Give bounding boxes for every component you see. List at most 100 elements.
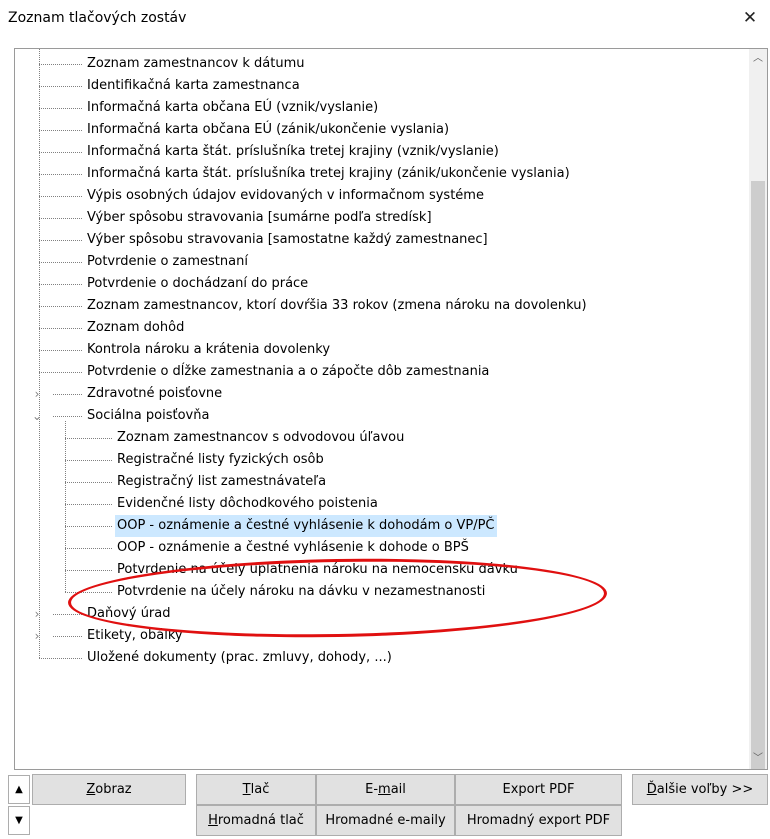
tree-node-label: Evidenčné listy dôchodkového poistenia bbox=[117, 496, 378, 511]
tree-connector bbox=[65, 526, 112, 527]
zobraz-button[interactable]: Zobraz bbox=[32, 774, 186, 805]
tree-connector bbox=[39, 130, 82, 131]
hromadne-emaily-button[interactable]: Hromadné e-maily bbox=[316, 805, 455, 836]
move-up-button[interactable]: ▲ bbox=[8, 775, 30, 804]
export-pdf-button[interactable]: Export PDF bbox=[455, 774, 622, 805]
tree-node[interactable]: Potvrdenie na účely uplatnenia nároku na… bbox=[15, 559, 745, 581]
tree-node[interactable]: Evidenčné listy dôchodkového poistenia bbox=[15, 493, 745, 515]
tree-node[interactable]: Zoznam zamestnancov, ktorí dovŕšia 33 ro… bbox=[15, 295, 745, 317]
tree-connector bbox=[65, 460, 112, 461]
tree-connector bbox=[65, 438, 112, 439]
tree-node[interactable]: › Etikety, obálky bbox=[15, 625, 745, 647]
close-icon[interactable]: ✕ bbox=[738, 6, 762, 30]
tree-node-label: Informačná karta štát. príslušníka trete… bbox=[87, 144, 499, 159]
hromadny-export-pdf-button[interactable]: Hromadný export PDF bbox=[455, 805, 622, 836]
tree-node-label: Zdravotné poisťovne bbox=[87, 386, 223, 401]
tree-node[interactable]: Kontrola nároku a krátenia dovolenky bbox=[15, 339, 745, 361]
chevron-right-icon[interactable]: › bbox=[31, 383, 43, 405]
tree-node-label: Daňový úrad bbox=[87, 606, 171, 621]
chevron-right-icon[interactable]: › bbox=[31, 625, 43, 647]
tree-connector bbox=[39, 218, 82, 219]
tree-node-label: Informačná karta občana EÚ (vznik/vyslan… bbox=[87, 100, 379, 115]
tree-node[interactable]: Výber spôsobu stravovania [samostatne ka… bbox=[15, 229, 745, 251]
tree-connector bbox=[39, 108, 82, 109]
hromadna-tlac-button[interactable]: Hromadná tlač bbox=[196, 805, 316, 836]
tree-node-label: Registračný list zamestnávateľa bbox=[117, 474, 327, 489]
tree-node[interactable]: Informačná karta občana EÚ (vznik/vyslan… bbox=[15, 97, 745, 119]
tree-node-label: Výber spôsobu stravovania [sumárne podľa… bbox=[87, 210, 432, 225]
tree-node-label: Zoznam zamestnancov k dátumu bbox=[87, 56, 305, 71]
tree-node-label: Informačná karta štát. príslušníka trete… bbox=[87, 166, 570, 181]
tree-node-label: OOP - oznámenie a čestné vyhlásenie k do… bbox=[117, 540, 469, 555]
window-title: Zoznam tlačových zostáv bbox=[8, 10, 187, 26]
tree-node[interactable]: Výpis osobných údajov evidovaných v info… bbox=[15, 185, 745, 207]
tree-connector bbox=[39, 372, 82, 373]
scroll-up-icon[interactable]: ︿ bbox=[749, 49, 767, 69]
tree-connector bbox=[39, 658, 82, 659]
tree-node[interactable]: ⌄ Sociálna poisťovňa bbox=[15, 405, 745, 427]
tree-vertical-scrollbar[interactable]: ︿ ﹀ bbox=[749, 49, 767, 769]
email-button[interactable]: E-mail bbox=[316, 774, 455, 805]
tree-node[interactable]: › Daňový úrad bbox=[15, 603, 745, 625]
tree-node[interactable]: Informačná karta štát. príslušníka trete… bbox=[15, 141, 745, 163]
tree-node[interactable]: Zoznam zamestnancov s odvodovou úľavou bbox=[15, 427, 745, 449]
tree-node-label: Identifikačná karta zamestnanca bbox=[87, 78, 300, 93]
tree-connector bbox=[39, 64, 82, 65]
tree-node-label: OOP - oznámenie a čestné vyhlásenie k do… bbox=[115, 515, 497, 537]
tree-node[interactable]: › Zdravotné poisťovne bbox=[15, 383, 745, 405]
tree-connector bbox=[39, 86, 82, 87]
scrollbar-thumb[interactable] bbox=[751, 181, 765, 769]
tree-node-label: Uložené dokumenty (prac. zmluvy, dohody,… bbox=[87, 650, 392, 665]
tree-node[interactable]: Registračný list zamestnávateľa bbox=[15, 471, 745, 493]
tree-connector bbox=[39, 306, 82, 307]
scroll-down-icon[interactable]: ﹀ bbox=[749, 749, 767, 769]
tree-node-label: Zoznam dohôd bbox=[87, 320, 185, 335]
tree-connector bbox=[65, 504, 112, 505]
tlac-button[interactable]: Tlač bbox=[196, 774, 316, 805]
report-tree[interactable]: Zoznam zamestnancov k dátumu Identifikačn… bbox=[14, 48, 768, 770]
tree-node[interactable]: Potvrdenie na účely nároku na dávku v ne… bbox=[15, 581, 745, 603]
tree-connector bbox=[53, 416, 82, 417]
tree-node[interactable]: Potvrdenie o zamestnaní bbox=[15, 251, 745, 273]
chevron-right-icon[interactable]: › bbox=[31, 603, 43, 625]
tree-node[interactable]: Zoznam dohôd bbox=[15, 317, 745, 339]
tree-node-label: Zoznam zamestnancov, ktorí dovŕšia 33 ro… bbox=[87, 298, 587, 313]
tree-connector bbox=[39, 284, 82, 285]
tree-node-label: Potvrdenie o zamestnaní bbox=[87, 254, 248, 269]
tree-node-label: Informačná karta občana EÚ (zánik/ukonče… bbox=[87, 122, 450, 137]
tree-node[interactable]: OOP - oznámenie a čestné vyhlásenie k do… bbox=[15, 537, 745, 559]
tree-connector bbox=[65, 482, 112, 483]
tree-connector bbox=[39, 174, 82, 175]
tree-node-label: Výber spôsobu stravovania [samostatne ka… bbox=[87, 232, 488, 247]
tree-node[interactable]: Informačná karta občana EÚ (zánik/ukonče… bbox=[15, 119, 745, 141]
tree-node[interactable]: Potvrdenie o dochádzaní do práce bbox=[15, 273, 745, 295]
tree-node[interactable]: Informačná karta štát. príslušníka trete… bbox=[15, 163, 745, 185]
tree-connector bbox=[39, 196, 82, 197]
title-bar: Zoznam tlačových zostáv ✕ bbox=[0, 0, 770, 38]
tree-connector bbox=[65, 548, 112, 549]
tree-node-label: Výpis osobných údajov evidovaných v info… bbox=[87, 188, 484, 203]
tree-connector bbox=[53, 394, 82, 395]
tree-node[interactable]: Registračné listy fyzických osôb bbox=[15, 449, 745, 471]
chevron-down-icon[interactable]: ⌄ bbox=[31, 405, 43, 427]
tree-node[interactable]: Zoznam zamestnancov k dátumu bbox=[15, 53, 745, 75]
tree-connector bbox=[53, 614, 82, 615]
button-bar: ▲ ▼ Zobraz Tlač E-mail Export PDF Ďalšie… bbox=[0, 772, 770, 839]
dalsie-volby-button[interactable]: Ďalšie voľby >> bbox=[632, 774, 768, 805]
tree-node[interactable]: Identifikačná karta zamestnanca bbox=[15, 75, 745, 97]
tree-node-label: Kontrola nároku a krátenia dovolenky bbox=[87, 342, 331, 357]
tree-node-label: Potvrdenie na účely nároku na dávku v ne… bbox=[117, 584, 486, 599]
tree-connector bbox=[39, 152, 82, 153]
move-down-button[interactable]: ▼ bbox=[8, 806, 30, 835]
tree-node[interactable]: Uložené dokumenty (prac. zmluvy, dohody,… bbox=[15, 647, 745, 669]
tree-node[interactable]: OOP - oznámenie a čestné vyhlásenie k do… bbox=[15, 515, 745, 537]
tree-connector bbox=[65, 592, 112, 593]
tree-node-label: Potvrdenie o dĺžke zamestnania a o zápoč… bbox=[87, 364, 490, 379]
tree-connector bbox=[39, 262, 82, 263]
tree-node[interactable]: Potvrdenie o dĺžke zamestnania a o zápoč… bbox=[15, 361, 745, 383]
tree-connector bbox=[65, 570, 112, 571]
tree-node[interactable]: Výber spôsobu stravovania [sumárne podľa… bbox=[15, 207, 745, 229]
tree-node-label: Sociálna poisťovňa bbox=[87, 408, 210, 423]
tree-node-label: Potvrdenie na účely uplatnenia nároku na… bbox=[117, 562, 518, 577]
tree-connector bbox=[39, 328, 82, 329]
